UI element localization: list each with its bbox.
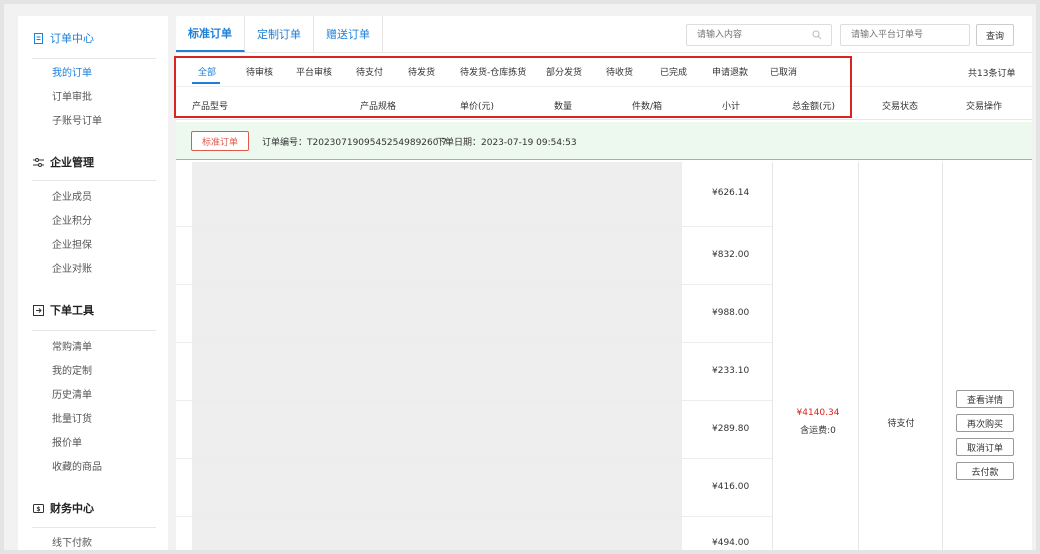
sidebar-section-finance[interactable]: $ 财务中心 (32, 498, 94, 518)
column-header-spec: 产品规格 (360, 102, 397, 112)
sidebar-item-sub-account-orders[interactable]: 子账号订单 (52, 114, 102, 130)
sidebar-section-title: 企业管理 (50, 156, 94, 169)
sidebar-item-order-approval[interactable]: 订单审批 (52, 90, 92, 106)
order-number: 订单编号：T2023071909545254989260 7 (262, 138, 448, 148)
svg-text:$: $ (36, 506, 40, 513)
order-number-input[interactable] (840, 24, 970, 46)
buy-again-button[interactable]: 再次购买 (956, 414, 1014, 432)
item-subtotal: ¥416.00 (712, 482, 750, 492)
divider (176, 86, 1032, 87)
sidebar-item-favorites[interactable]: 收藏的商品 (52, 460, 102, 476)
item-subtotal: ¥289.80 (712, 424, 750, 434)
status-tab-refund-request[interactable]: 申请退款 (712, 67, 748, 79)
status-tab-platform-review[interactable]: 平台审核 (296, 67, 332, 79)
main-panel: 标准订单 定制订单 赠送订单 查询 全部 待审核 平台审核 待支付 待发货 待发… (174, 16, 1032, 550)
order-freight: 含运费:0 (800, 426, 836, 436)
order-type-tabs: 标准订单 定制订单 赠送订单 (176, 16, 383, 52)
search-input[interactable] (686, 24, 832, 46)
sidebar-section-title: 财务中心 (50, 502, 94, 515)
order-type-badge: 标准订单 (191, 131, 249, 151)
sidebar: 订单中心 我的订单 订单审批 子账号订单 企业管理 企业成员 企业积分 企业担保… (18, 16, 168, 550)
divider (32, 58, 156, 59)
row-divider (176, 516, 772, 517)
item-subtotal: ¥233.10 (712, 366, 750, 376)
status-tab-cancelled[interactable]: 已取消 (770, 67, 797, 79)
tab-custom-orders[interactable]: 定制订单 (245, 16, 314, 52)
column-divider (942, 162, 943, 550)
divider (32, 527, 156, 528)
column-header-model: 产品型号 (192, 102, 229, 112)
sidebar-item-my-orders[interactable]: 我的订单 (52, 66, 92, 82)
product-image-placeholder (192, 162, 682, 550)
order-status: 待支付 (887, 419, 915, 429)
sidebar-item-my-custom[interactable]: 我的定制 (52, 364, 92, 380)
sidebar-item-quote[interactable]: 报价单 (52, 436, 82, 452)
status-tab-all[interactable]: 全部 (198, 67, 216, 79)
status-tab-warehouse-picking[interactable]: 待发货-仓库拣货 (460, 67, 526, 79)
order-items: ¥626.14 ¥832.00 ¥988.00 ¥233.10 ¥289.80 … (176, 162, 1032, 550)
column-divider (772, 162, 773, 550)
order-tool-icon (32, 304, 44, 316)
order-count: 共13条订单 (968, 69, 1016, 79)
order-date: 下单日期：2023-07-19 09:54:53 (436, 138, 577, 148)
row-divider (176, 400, 772, 401)
column-header-total-amount: 总金额(元) (792, 102, 836, 112)
row-divider (176, 226, 772, 227)
app-frame: 订单中心 我的订单 订单审批 子账号订单 企业管理 企业成员 企业积分 企业担保… (4, 4, 1036, 550)
column-header-unit-price: 单价(元) (460, 102, 495, 112)
item-subtotal: ¥988.00 (712, 308, 750, 318)
row-divider (176, 284, 772, 285)
sidebar-item-offline-payment[interactable]: 线下付款 (52, 536, 92, 550)
status-tab-pending-payment[interactable]: 待支付 (356, 67, 383, 79)
pay-button[interactable]: 去付款 (956, 462, 1014, 480)
row-divider (176, 342, 772, 343)
sidebar-item-members[interactable]: 企业成员 (52, 190, 92, 206)
search-icon[interactable] (812, 30, 822, 40)
status-tab-pending-review[interactable]: 待审核 (246, 67, 273, 79)
divider (176, 52, 1032, 53)
divider (32, 180, 156, 181)
sidebar-section-title: 下单工具 (50, 304, 94, 317)
status-tab-pending-receipt[interactable]: 待收货 (606, 67, 633, 79)
status-tab-completed[interactable]: 已完成 (660, 67, 687, 79)
item-subtotal: ¥494.00 (712, 538, 750, 548)
tab-standard-orders[interactable]: 标准订单 (176, 16, 245, 52)
sidebar-item-bulk-order[interactable]: 批量订货 (52, 412, 92, 428)
sidebar-section-order-tools[interactable]: 下单工具 (32, 300, 94, 320)
column-divider (858, 162, 859, 550)
sidebar-section-order-center[interactable]: 订单中心 (32, 28, 94, 48)
column-header-quantity: 数量 (554, 102, 573, 112)
status-tab-pending-shipment[interactable]: 待发货 (408, 67, 435, 79)
order-doc-icon (32, 32, 44, 44)
view-details-button[interactable]: 查看详情 (956, 390, 1014, 408)
divider (176, 119, 1032, 120)
status-tab-partial-shipment[interactable]: 部分发货 (546, 67, 582, 79)
finance-icon: $ (32, 502, 44, 514)
divider (32, 330, 156, 331)
order-header-bar: 标准订单 订单编号：T2023071909545254989260 7 下单日期… (176, 122, 1032, 160)
column-header-pieces-per-box: 件数/箱 (632, 102, 663, 112)
column-header-trade-actions: 交易操作 (966, 102, 1003, 112)
sidebar-item-guarantee[interactable]: 企业担保 (52, 238, 92, 254)
column-header-trade-status: 交易状态 (882, 102, 919, 112)
column-header-subtotal: 小计 (722, 102, 741, 112)
sidebar-section-enterprise[interactable]: 企业管理 (32, 152, 94, 172)
order-total-amount: ¥4140.34 (796, 408, 840, 418)
status-tab-underline (192, 82, 220, 84)
row-divider (176, 458, 772, 459)
sidebar-item-points[interactable]: 企业积分 (52, 214, 92, 230)
sidebar-section-title: 订单中心 (50, 32, 94, 45)
settings-sliders-icon (32, 156, 44, 168)
sidebar-item-reconciliation[interactable]: 企业对账 (52, 262, 92, 278)
cancel-order-button[interactable]: 取消订单 (956, 438, 1014, 456)
item-subtotal: ¥626.14 (712, 188, 750, 198)
sidebar-item-history-list[interactable]: 历史清单 (52, 388, 92, 404)
sidebar-item-frequent-list[interactable]: 常购清单 (52, 340, 92, 356)
query-button[interactable]: 查询 (976, 24, 1014, 46)
highlight-box (174, 56, 852, 118)
tab-gift-orders[interactable]: 赠送订单 (314, 16, 383, 52)
item-subtotal: ¥832.00 (712, 250, 750, 260)
